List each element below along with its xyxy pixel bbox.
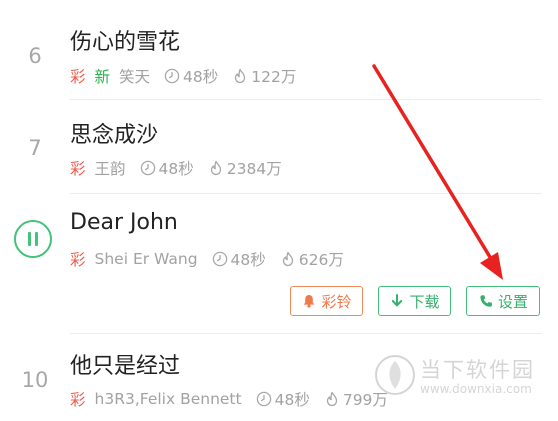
song-rank: 6 <box>28 44 42 68</box>
song-title: 伤心的雪花 <box>70 30 181 55</box>
song-plays: 2384万 <box>226 160 282 178</box>
pause-button[interactable] <box>14 220 52 258</box>
ringtone-button[interactable]: 彩铃 <box>290 286 363 316</box>
watermark-logo-icon <box>375 355 415 395</box>
watermark-name: 当下软件园 <box>420 358 535 382</box>
song-duration: 48秒 <box>230 251 266 269</box>
song-row-playing[interactable]: Dear John 彩 Shei Er Wang 48秒 626万 彩铃 下载 <box>0 194 558 334</box>
song-row-6[interactable]: 6 伤心的雪花 彩 新 笑天 48秒 122万 <box>0 0 558 100</box>
song-title: 他只是经过 <box>70 354 181 379</box>
pause-icon <box>28 232 31 246</box>
color-ring-badge: 彩 <box>70 68 86 86</box>
song-artist: h3R3,Felix Bennett <box>94 390 242 408</box>
flame-icon <box>232 68 248 84</box>
song-artist: 王韵 <box>94 160 126 178</box>
song-rank: 7 <box>28 136 42 160</box>
song-duration: 48秒 <box>274 391 310 409</box>
bell-icon <box>301 293 317 309</box>
watermark: 当下软件园 www.downxia.com <box>372 352 552 408</box>
song-row-7[interactable]: 7 思念成沙 彩 王韵 48秒 2384万 <box>0 100 558 194</box>
song-duration: 48秒 <box>183 68 219 86</box>
flame-icon <box>208 160 224 176</box>
new-badge: 新 <box>94 68 111 86</box>
ringtone-label: 彩铃 <box>321 292 352 311</box>
song-duration: 48秒 <box>158 160 194 178</box>
clock-icon <box>140 160 156 176</box>
download-label: 下载 <box>409 292 440 311</box>
set-label: 设置 <box>497 292 528 311</box>
song-artist: 笑天 <box>119 68 151 86</box>
clock-icon <box>256 391 272 407</box>
watermark-url: www.downxia.com <box>420 382 532 396</box>
download-arrow-icon <box>389 293 405 309</box>
color-ring-badge: 彩 <box>70 391 86 409</box>
song-plays: 626万 <box>298 251 344 269</box>
set-ringtone-button[interactable]: 设置 <box>466 286 540 316</box>
clock-icon <box>164 68 180 84</box>
song-title: Dear John <box>70 210 178 235</box>
flame-icon <box>280 251 296 267</box>
download-button[interactable]: 下载 <box>378 286 451 316</box>
song-meta: 彩 h3R3,Felix Bennett 48秒 799万 <box>70 388 388 410</box>
song-rank: 10 <box>21 368 49 392</box>
song-plays: 122万 <box>251 68 297 86</box>
pause-icon <box>35 232 38 246</box>
flame-icon <box>324 391 340 407</box>
song-meta: 彩 Shei Er Wang 48秒 626万 <box>70 248 344 270</box>
song-artist: Shei Er Wang <box>94 250 198 268</box>
color-ring-badge: 彩 <box>70 160 86 178</box>
color-ring-badge: 彩 <box>70 251 86 269</box>
song-meta: 彩 王韵 48秒 2384万 <box>70 157 282 179</box>
song-title: 思念成沙 <box>70 123 159 148</box>
song-meta: 彩 新 笑天 48秒 122万 <box>70 65 296 87</box>
clock-icon <box>212 251 228 267</box>
phone-icon <box>478 293 494 309</box>
